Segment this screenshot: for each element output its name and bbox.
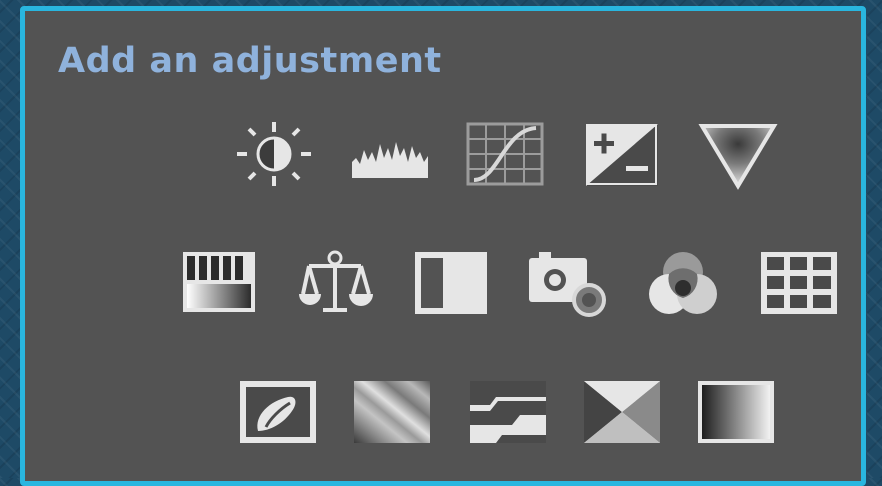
color-lookup-icon xyxy=(761,252,837,314)
color-balance-button[interactable] xyxy=(293,246,377,318)
exposure-button[interactable] xyxy=(580,118,664,190)
gradient-map-button[interactable] xyxy=(694,375,778,447)
photo-filter-button[interactable] xyxy=(525,246,609,318)
black-and-white-button[interactable] xyxy=(409,246,493,318)
color-balance-icon xyxy=(299,250,373,312)
selective-color-icon xyxy=(584,381,660,443)
color-lookup-button[interactable] xyxy=(757,246,841,318)
hue-saturation-button[interactable] xyxy=(177,246,261,318)
vibrance-icon xyxy=(698,124,778,190)
black-and-white-icon xyxy=(415,252,487,314)
channel-mixer-icon xyxy=(649,252,717,314)
panel-title: Add an adjustment xyxy=(58,41,442,81)
posterize-button[interactable] xyxy=(350,375,434,447)
curves-icon xyxy=(466,122,544,186)
gradient-map-icon xyxy=(698,381,774,443)
hue-saturation-icon xyxy=(183,252,255,312)
channel-mixer-button[interactable] xyxy=(641,246,725,318)
exposure-icon xyxy=(586,124,658,186)
brightness-contrast-icon xyxy=(237,122,311,186)
photo-filter-icon xyxy=(529,252,606,317)
selective-color-button[interactable] xyxy=(580,375,664,447)
vibrance-button[interactable] xyxy=(696,118,780,190)
adjustments-panel: Add an adjustment xyxy=(20,6,866,486)
levels-icon xyxy=(352,142,428,178)
levels-button[interactable] xyxy=(348,118,432,190)
invert-button[interactable] xyxy=(236,375,320,447)
invert-icon xyxy=(240,381,316,443)
threshold-button[interactable] xyxy=(466,375,550,447)
threshold-icon xyxy=(470,381,546,443)
brightness-contrast-button[interactable] xyxy=(232,118,316,190)
posterize-icon xyxy=(354,381,430,443)
curves-button[interactable] xyxy=(464,118,548,190)
